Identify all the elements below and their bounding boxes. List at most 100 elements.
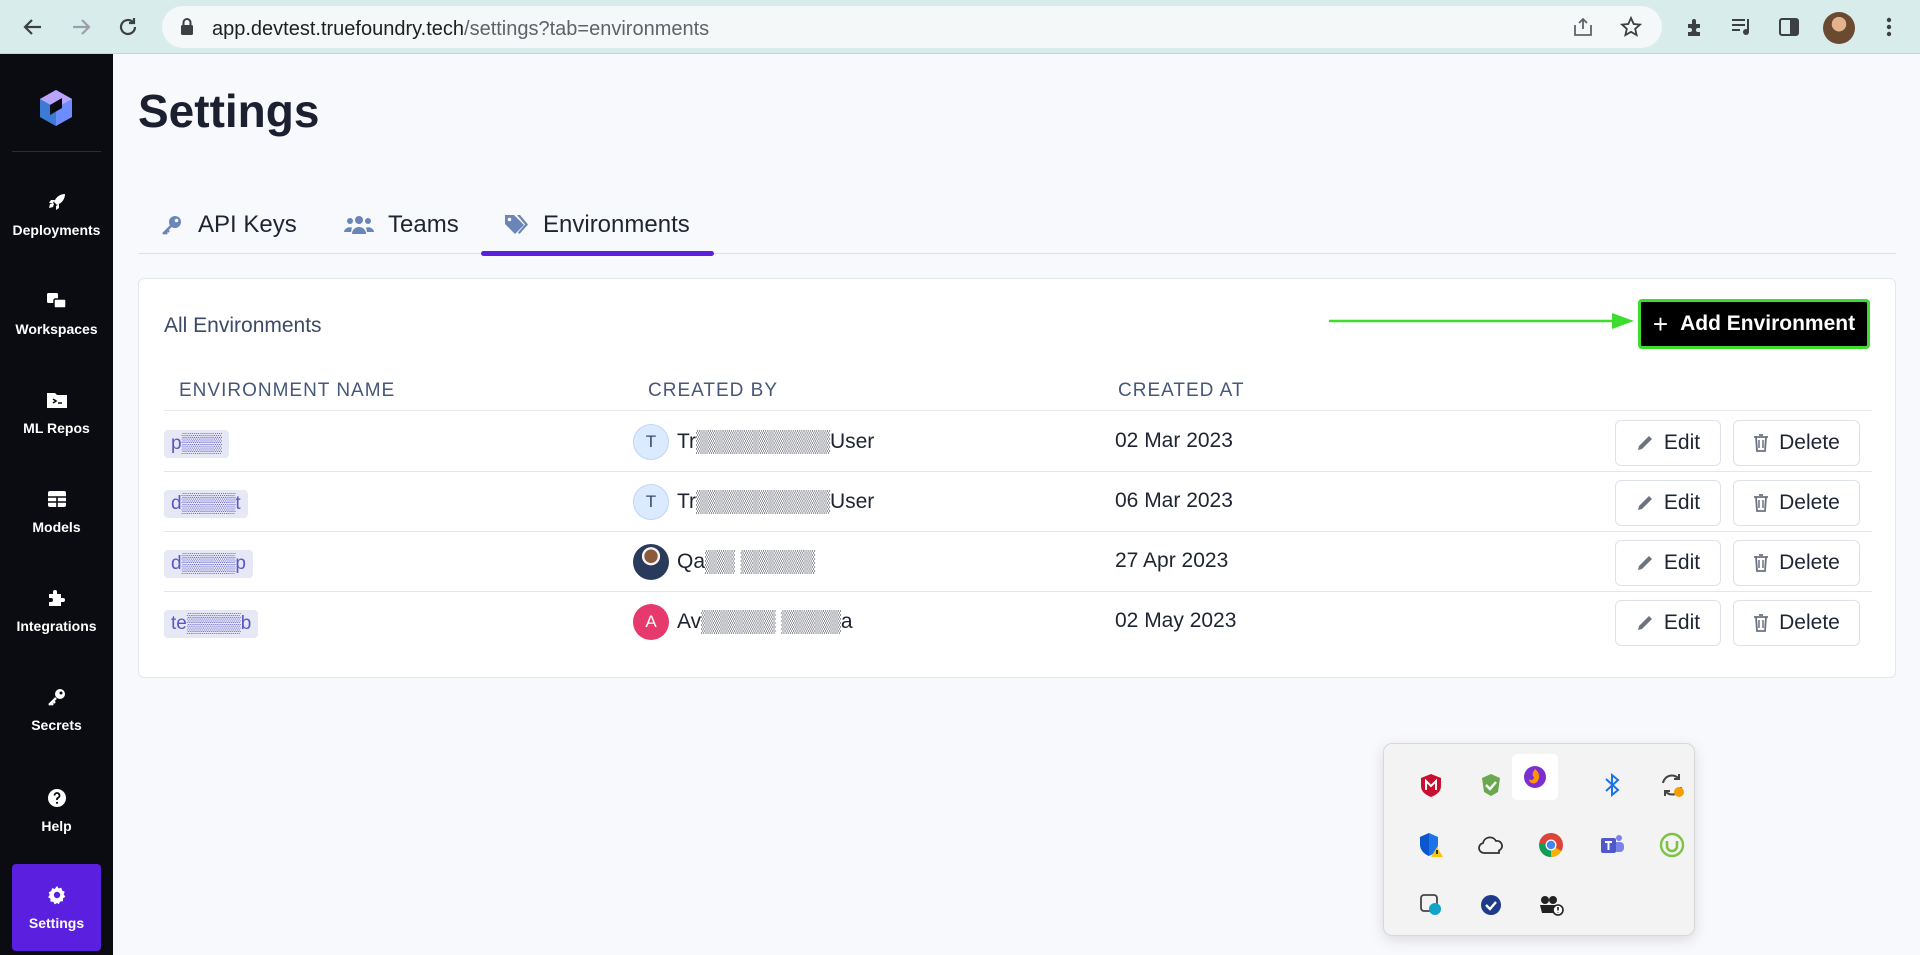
media-icon[interactable] <box>1729 14 1755 40</box>
share-icon[interactable] <box>1572 16 1594 38</box>
creator-name: Tr▒▒▒▒▒▒▒▒▒User <box>677 430 875 453</box>
settings-tabs: API Keys Teams Environments <box>138 196 1896 256</box>
sidebar-item-label: Secrets <box>31 716 82 733</box>
system-tray-popup <box>1383 743 1695 936</box>
table-icon <box>46 488 68 510</box>
edit-button[interactable]: Edit <box>1615 540 1721 586</box>
help-icon <box>46 787 68 809</box>
users-icon <box>344 213 374 237</box>
teams-icon[interactable] <box>1589 822 1635 868</box>
address-bar[interactable]: app.devtest.truefoundry.tech/settings?ta… <box>162 6 1662 48</box>
table-row: d▒▒▒▒p Qa▒▒ ▒▒▒▒▒ 27 Apr 2023 Edit Delet… <box>164 532 1872 592</box>
environment-name-link[interactable]: d▒▒▒▒p <box>164 550 253 578</box>
sidebar-item-integrations[interactable]: Integrations <box>12 570 101 650</box>
delete-label: Delete <box>1779 491 1840 514</box>
environment-name-link[interactable]: te▒▒▒▒b <box>164 610 259 638</box>
delete-label: Delete <box>1779 611 1840 634</box>
browser-toolbar: app.devtest.truefoundry.tech/settings?ta… <box>0 0 1920 54</box>
trash-icon <box>1753 614 1769 632</box>
section-title: All Environments <box>164 314 322 337</box>
delete-button[interactable]: Delete <box>1733 480 1860 526</box>
sidebar-item-label: Integrations <box>16 617 97 634</box>
security-check-icon[interactable] <box>1468 762 1514 808</box>
edit-label: Edit <box>1663 551 1701 574</box>
avatar: T <box>633 424 669 460</box>
table-header: ENVIRONMENT NAME CREATED BY CREATED AT <box>164 371 1872 411</box>
sidebar-item-deployments[interactable]: Deployments <box>12 174 101 254</box>
avatar <box>633 544 669 580</box>
sync-icon[interactable] <box>1649 762 1695 808</box>
trash-icon <box>1753 554 1769 572</box>
side-panel-icon[interactable] <box>1776 14 1802 40</box>
creator-name: Qa▒▒ ▒▒▒▒▒ <box>677 550 815 573</box>
sidebar: Deployments Workspaces ML Repos Models I… <box>0 54 113 955</box>
key-icon <box>160 213 184 237</box>
environments-card: All Environments + Add Environment ENVIR… <box>138 278 1896 678</box>
extensions-icon[interactable] <box>1682 14 1708 40</box>
column-header-created-at: CREATED AT <box>1118 380 1245 401</box>
star-icon[interactable] <box>1619 15 1643 38</box>
chrome-icon[interactable] <box>1528 822 1574 868</box>
profile-avatar[interactable] <box>1823 12 1855 44</box>
onedrive-icon[interactable] <box>1468 822 1514 868</box>
edit-button[interactable]: Edit <box>1615 600 1721 646</box>
tab-teams[interactable]: Teams <box>344 196 459 254</box>
delete-button[interactable]: Delete <box>1733 420 1860 466</box>
defender-warning-icon[interactable] <box>1408 822 1454 868</box>
environment-name-link[interactable]: d▒▒▒▒t <box>164 490 248 518</box>
bluetooth-icon[interactable] <box>1589 762 1635 808</box>
forward-icon[interactable] <box>65 11 97 43</box>
back-icon[interactable] <box>17 11 49 43</box>
table-row: te▒▒▒▒b A Av▒▒▒▒▒ ▒▒▒▒a 02 May 2023 Edit… <box>164 592 1872 652</box>
snipping-icon[interactable] <box>1408 882 1454 928</box>
sidebar-item-models[interactable]: Models <box>12 471 101 551</box>
tab-api-keys[interactable]: API Keys <box>160 196 297 254</box>
delete-button[interactable]: Delete <box>1733 540 1860 586</box>
sidebar-item-label: Models <box>32 518 81 535</box>
add-environment-label: Add Environment <box>1680 312 1856 335</box>
pencil-icon <box>1636 554 1654 572</box>
plus-icon: + <box>1652 308 1669 339</box>
sidebar-item-ml-repos[interactable]: ML Repos <box>12 372 101 452</box>
task-check-icon[interactable] <box>1468 882 1514 928</box>
sidebar-item-workspaces[interactable]: Workspaces <box>12 273 101 353</box>
utorrent-icon[interactable] <box>1649 822 1695 868</box>
edit-button[interactable]: Edit <box>1615 480 1721 526</box>
webcam-icon[interactable] <box>1528 882 1574 928</box>
sidebar-item-label: Workspaces <box>15 320 98 337</box>
sidebar-item-help[interactable]: Help <box>12 770 101 850</box>
created-by: Qa▒▒ ▒▒▒▒▒ <box>633 544 815 580</box>
creator-name: Av▒▒▒▒▒ ▒▒▒▒a <box>677 610 853 633</box>
sidebar-item-secrets[interactable]: Secrets <box>12 669 101 749</box>
folder-icon <box>46 389 68 411</box>
delete-button[interactable]: Delete <box>1733 600 1860 646</box>
reload-icon[interactable] <box>112 11 144 43</box>
url-text: app.devtest.truefoundry.tech/settings?ta… <box>212 18 710 40</box>
tags-icon <box>503 213 529 237</box>
firefox-icon[interactable] <box>1512 754 1558 800</box>
menu-icon[interactable] <box>1876 14 1902 40</box>
tab-label: API Keys <box>198 211 297 238</box>
avatar: T <box>633 484 669 520</box>
add-environment-button[interactable]: + Add Environment <box>1638 299 1870 349</box>
avatar: A <box>633 604 669 640</box>
edit-label: Edit <box>1663 611 1701 634</box>
environment-name-link[interactable]: p▒▒▒ <box>164 430 229 458</box>
workspaces-icon <box>46 290 68 312</box>
mcafee-icon[interactable] <box>1408 762 1454 808</box>
edit-label: Edit <box>1663 491 1701 514</box>
sidebar-item-label: Settings <box>28 915 85 931</box>
edit-button[interactable]: Edit <box>1615 420 1721 466</box>
table-row: p▒▒▒ T Tr▒▒▒▒▒▒▒▒▒User 02 Mar 2023 Edit … <box>164 412 1872 472</box>
rocket-icon <box>46 191 68 213</box>
truefoundry-logo[interactable] <box>36 88 76 128</box>
sidebar-item-label: Deployments <box>12 221 101 238</box>
column-header-environment-name: ENVIRONMENT NAME <box>179 380 396 401</box>
created-at: 06 Mar 2023 <box>1115 489 1233 512</box>
lock-icon[interactable] <box>179 17 195 42</box>
delete-label: Delete <box>1779 431 1840 454</box>
creator-name: Tr▒▒▒▒▒▒▒▒▒User <box>677 490 875 513</box>
tab-environments[interactable]: Environments <box>481 196 714 256</box>
sidebar-item-label: ML Repos <box>23 419 90 436</box>
sidebar-item-settings[interactable]: Settings <box>12 864 101 951</box>
